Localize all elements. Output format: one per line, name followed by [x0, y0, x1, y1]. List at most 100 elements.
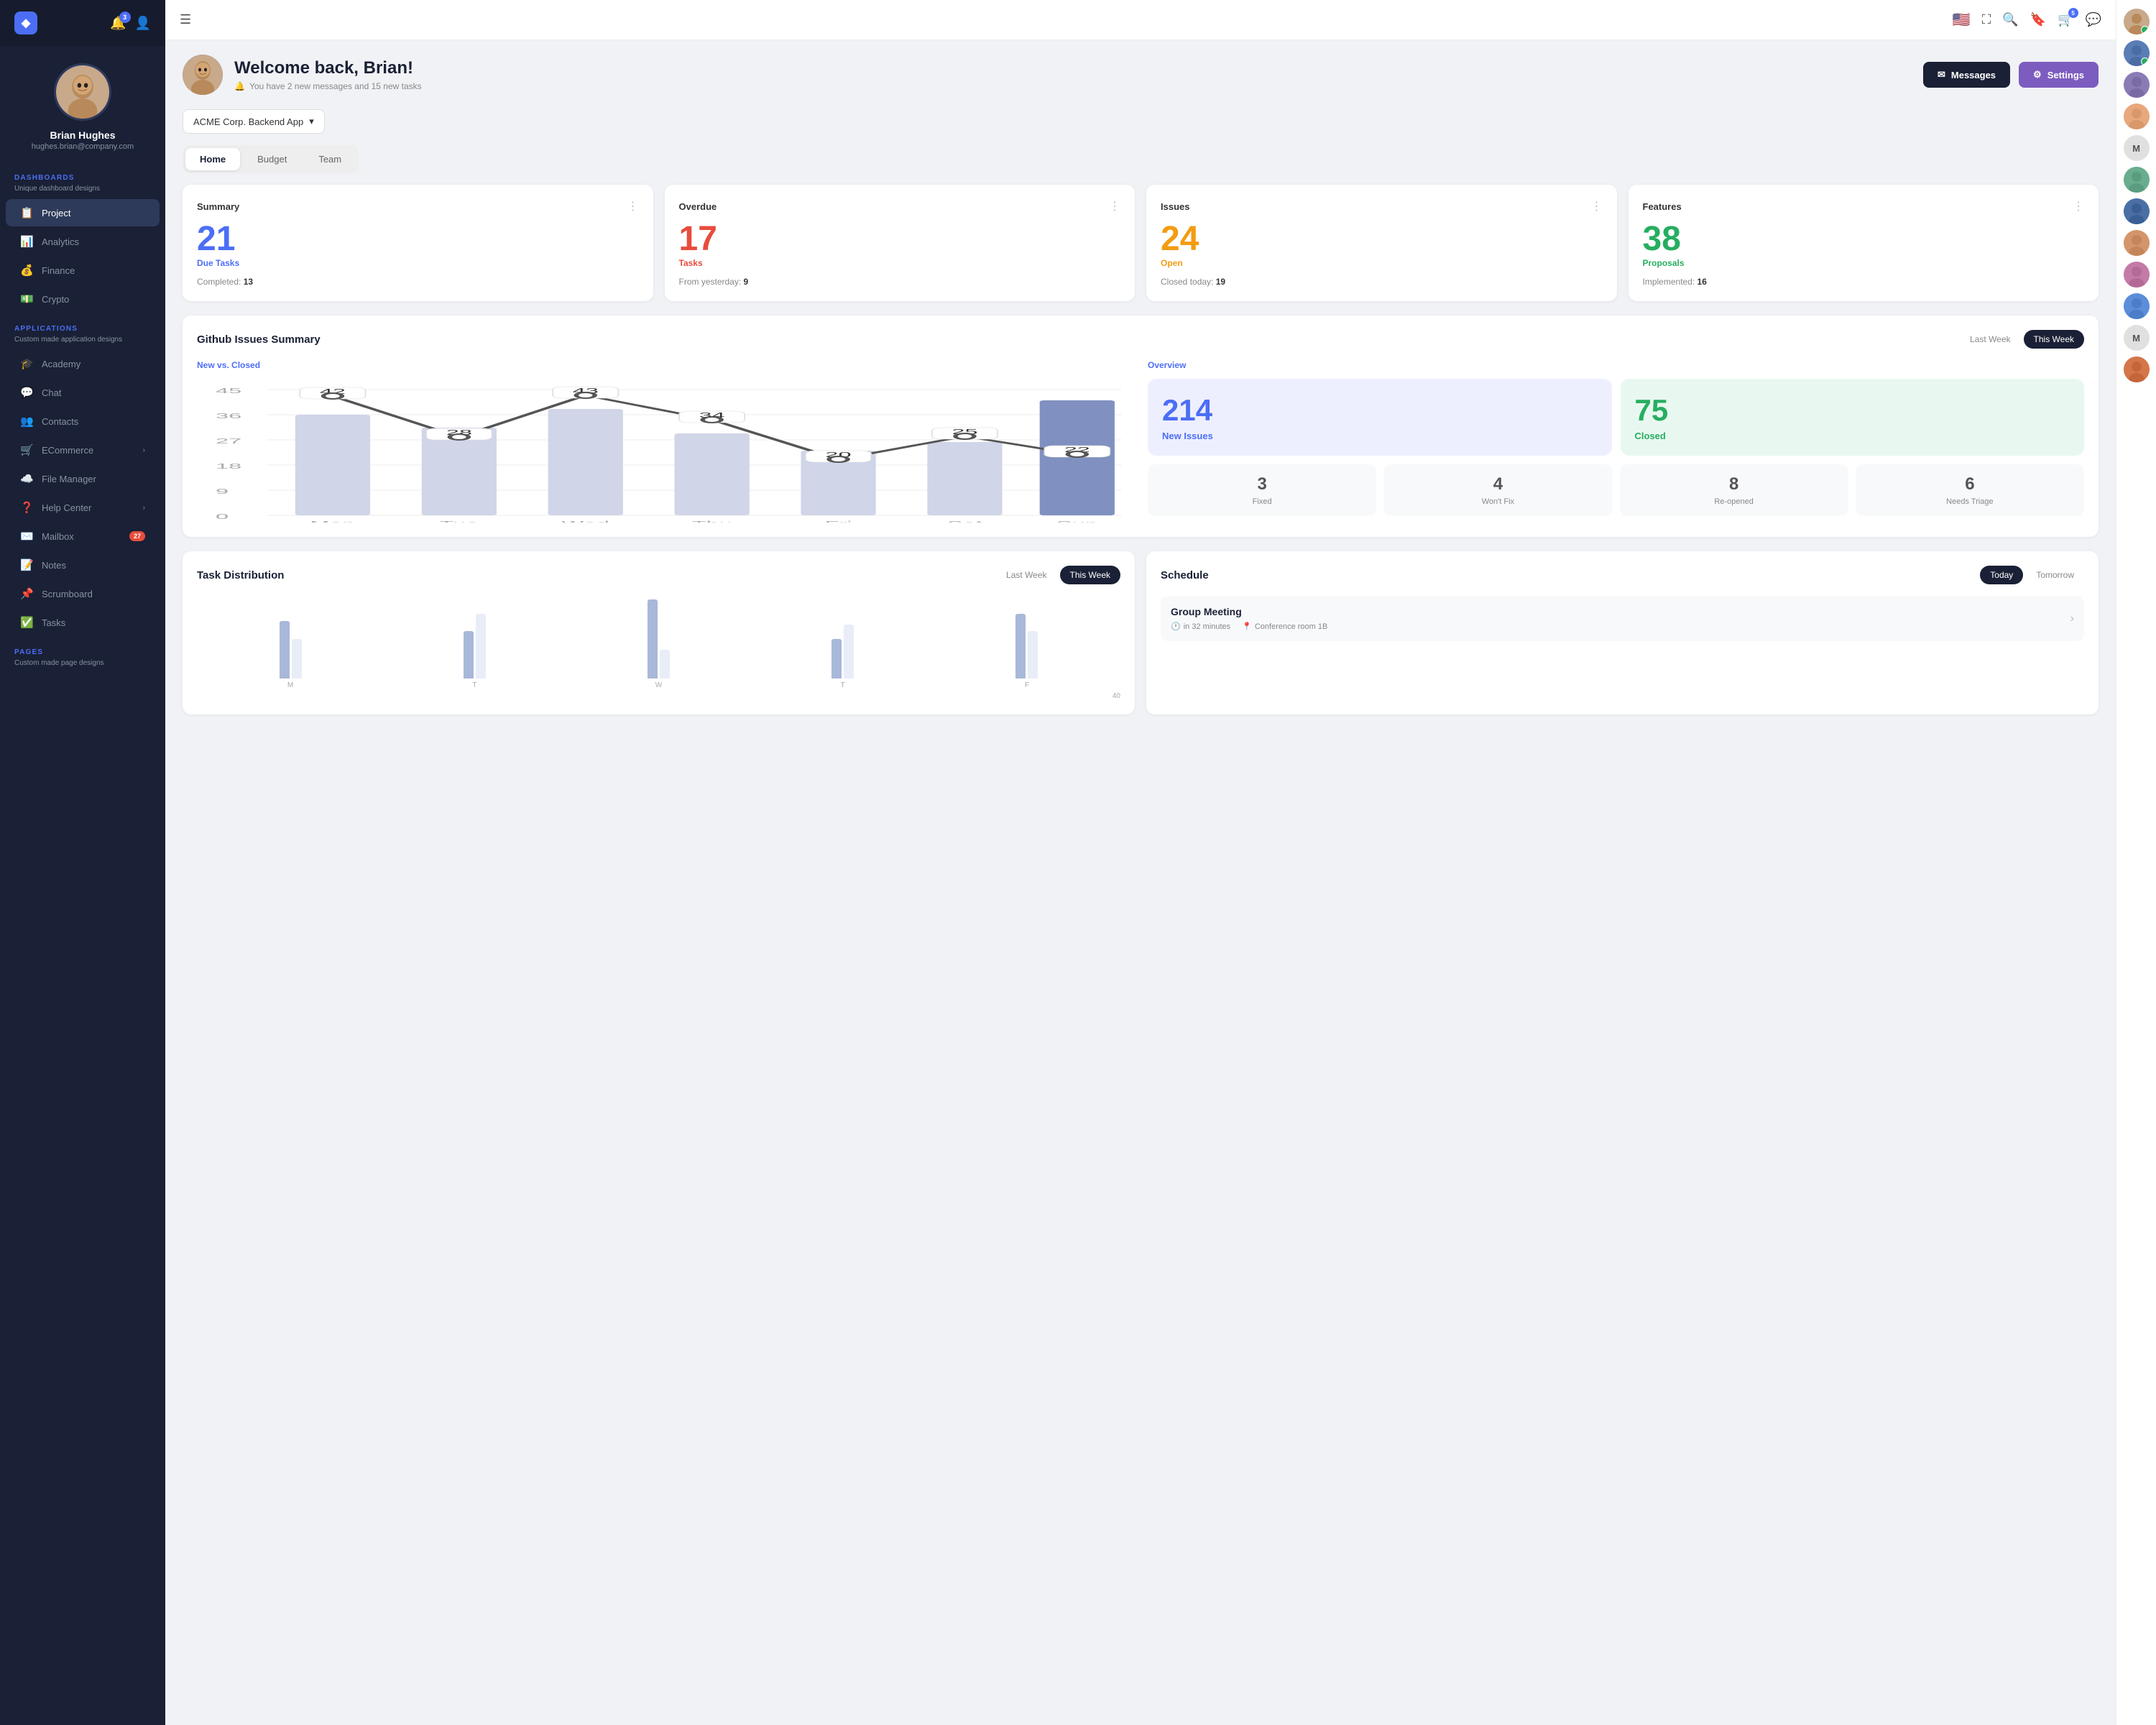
new-issues-label: New Issues: [1162, 431, 1213, 441]
search-icon[interactable]: 🔍: [2002, 12, 2018, 27]
sidebar-item-file-manager[interactable]: ☁️ File Manager: [6, 465, 160, 492]
tomorrow-button[interactable]: Tomorrow: [2026, 566, 2084, 584]
pages-section-label: PAGES: [0, 637, 165, 659]
rs-avatar-2[interactable]: [2124, 40, 2150, 66]
svg-text:Tue: Tue: [439, 520, 479, 523]
task-this-week-button[interactable]: This Week: [1060, 566, 1120, 584]
today-button[interactable]: Today: [1980, 566, 2023, 584]
mini-wont-fix-number: 4: [1393, 474, 1602, 494]
github-section-title: Github Issues Summary: [197, 334, 321, 346]
stats-row: Summary ⋮ 21 Due Tasks Completed: 13 Ove…: [183, 185, 2099, 301]
main-area: ☰ 🇺🇸 ⛶ 🔍 🔖 🛒 5 💬: [165, 0, 2116, 1725]
rs-avatar-9[interactable]: [2124, 293, 2150, 319]
sidebar-item-academy[interactable]: 🎓 Academy: [6, 350, 160, 377]
finance-icon: 💰: [20, 264, 33, 277]
stat-summary-number: 21: [197, 222, 639, 257]
sidebar-item-scrumboard[interactable]: 📌 Scrumboard: [6, 580, 160, 607]
messages-icon[interactable]: 💬: [2086, 12, 2101, 27]
stat-overdue-header: Overdue ⋮: [679, 199, 1121, 213]
rs-initial-m2[interactable]: M: [2124, 325, 2150, 351]
closed-number: 75: [1635, 393, 1669, 428]
cart-icon[interactable]: 🛒 5: [2058, 12, 2073, 27]
last-week-button[interactable]: Last Week: [1960, 330, 2020, 349]
app-logo[interactable]: ◆: [14, 12, 37, 34]
main-content: Welcome back, Brian! 🔔 You have 2 new me…: [165, 40, 2116, 1725]
file-manager-icon: ☁️: [20, 472, 33, 485]
settings-button[interactable]: ⚙ Settings: [2019, 62, 2099, 88]
notification-badge: 3: [119, 12, 131, 23]
svg-text:36: 36: [216, 412, 241, 420]
svg-text:Sun: Sun: [1056, 520, 1098, 523]
crypto-icon: 💵: [20, 293, 33, 305]
fullscreen-icon[interactable]: ⛶: [1982, 12, 1991, 27]
rs-avatar-7[interactable]: [2124, 230, 2150, 256]
sidebar-item-crypto[interactable]: 💵 Crypto: [6, 285, 160, 313]
new-issues-number: 214: [1162, 393, 1212, 428]
rs-avatar-10[interactable]: [2124, 356, 2150, 382]
stat-overdue-label: Overdue: [679, 201, 717, 212]
meeting-info: Group Meeting 🕐 in 32 minutes 📍 Conferen…: [1171, 606, 1327, 631]
welcome-avatar: [183, 55, 223, 95]
github-overview-section: Overview 214 New Issues 75 Closed: [1148, 360, 2084, 523]
overview-label: Overview: [1148, 360, 2084, 370]
sidebar-item-project[interactable]: 📋 Project: [6, 199, 160, 226]
rs-avatar-5[interactable]: [2124, 167, 2150, 193]
bar-group-th: T: [755, 599, 931, 689]
this-week-button[interactable]: This Week: [2024, 330, 2084, 349]
sidebar-item-label: Finance: [42, 265, 75, 276]
tab-team[interactable]: Team: [304, 148, 356, 170]
sidebar-item-mailbox[interactable]: ✉️ Mailbox 27: [6, 523, 160, 550]
bookmark-icon[interactable]: 🔖: [2030, 12, 2046, 27]
project-selector[interactable]: ACME Corp. Backend App ▾: [183, 109, 325, 134]
stat-issues-footer: Closed today: 19: [1161, 277, 1603, 287]
sidebar-item-contacts[interactable]: 👥 Contacts: [6, 408, 160, 435]
sidebar-item-notes[interactable]: 📝 Notes: [6, 551, 160, 579]
notification-icon[interactable]: 🔔 3: [110, 16, 126, 31]
stat-issues-number: 24: [1161, 222, 1603, 257]
schedule-section: Schedule Today Tomorrow Group Meeting 🕐 …: [1146, 551, 2099, 714]
messages-button[interactable]: ✉ Messages: [1923, 62, 2010, 88]
meeting-time: 🕐 in 32 minutes: [1171, 622, 1230, 631]
bar-2: [1028, 631, 1038, 678]
rs-avatar-6[interactable]: [2124, 198, 2150, 224]
bar-label: F: [1025, 681, 1029, 689]
sidebar-item-analytics[interactable]: 📊 Analytics: [6, 228, 160, 255]
sidebar-item-help-center[interactable]: ❓ Help Center ›: [6, 494, 160, 521]
flag-icon[interactable]: 🇺🇸: [1953, 11, 1971, 29]
svg-text:Wed: Wed: [562, 520, 609, 523]
gear-icon: ⚙: [2033, 69, 2042, 80]
meeting-meta: 🕐 in 32 minutes 📍 Conference room 1B: [1171, 622, 1327, 631]
rs-avatar-1[interactable]: [2124, 9, 2150, 34]
tab-home[interactable]: Home: [185, 148, 240, 170]
topbar: ☰ 🇺🇸 ⛶ 🔍 🔖 🛒 5 💬: [165, 0, 2116, 40]
tab-budget[interactable]: Budget: [243, 148, 301, 170]
stat-issues-menu[interactable]: ⋮: [1591, 199, 1603, 213]
rs-initial-m1[interactable]: M: [2124, 135, 2150, 161]
rs-avatar-8[interactable]: [2124, 262, 2150, 288]
mini-triage-label: Needs Triage: [1866, 497, 2074, 506]
rs-avatar-4[interactable]: [2124, 104, 2150, 129]
pages-section-sublabel: Custom made page designs: [0, 659, 165, 673]
scrumboard-icon: 📌: [20, 587, 33, 600]
task-last-week-button[interactable]: Last Week: [996, 566, 1056, 584]
sidebar-item-finance[interactable]: 💰 Finance: [6, 257, 160, 284]
bar-group-w: W: [571, 599, 746, 689]
welcome-text: Welcome back, Brian! 🔔 You have 2 new me…: [234, 58, 422, 91]
stat-features-menu[interactable]: ⋮: [2073, 199, 2084, 213]
stat-summary-menu[interactable]: ⋮: [627, 199, 639, 213]
closed-issues-card: 75 Closed: [1621, 379, 2085, 456]
meeting-arrow[interactable]: ›: [2070, 612, 2074, 625]
meeting-location: 📍 Conference room 1B: [1242, 622, 1327, 631]
sidebar-item-tasks[interactable]: ✅ Tasks: [6, 609, 160, 636]
sidebar-item-chat[interactable]: 💬 Chat: [6, 379, 160, 406]
stat-overdue-menu[interactable]: ⋮: [1109, 199, 1120, 213]
user-icon[interactable]: 👤: [135, 16, 151, 31]
profile-email: hughes.brian@company.com: [32, 142, 134, 151]
menu-icon[interactable]: ☰: [180, 12, 191, 27]
sidebar-item-ecommerce[interactable]: 🛒 ECommerce ›: [6, 436, 160, 464]
day-toggle: Today Tomorrow: [1980, 566, 2084, 584]
stat-features: Features ⋮ 38 Proposals Implemented: 16: [1628, 185, 2099, 301]
bar-pair: [831, 599, 854, 678]
rs-avatar-3[interactable]: [2124, 72, 2150, 98]
welcome-left: Welcome back, Brian! 🔔 You have 2 new me…: [183, 55, 422, 95]
